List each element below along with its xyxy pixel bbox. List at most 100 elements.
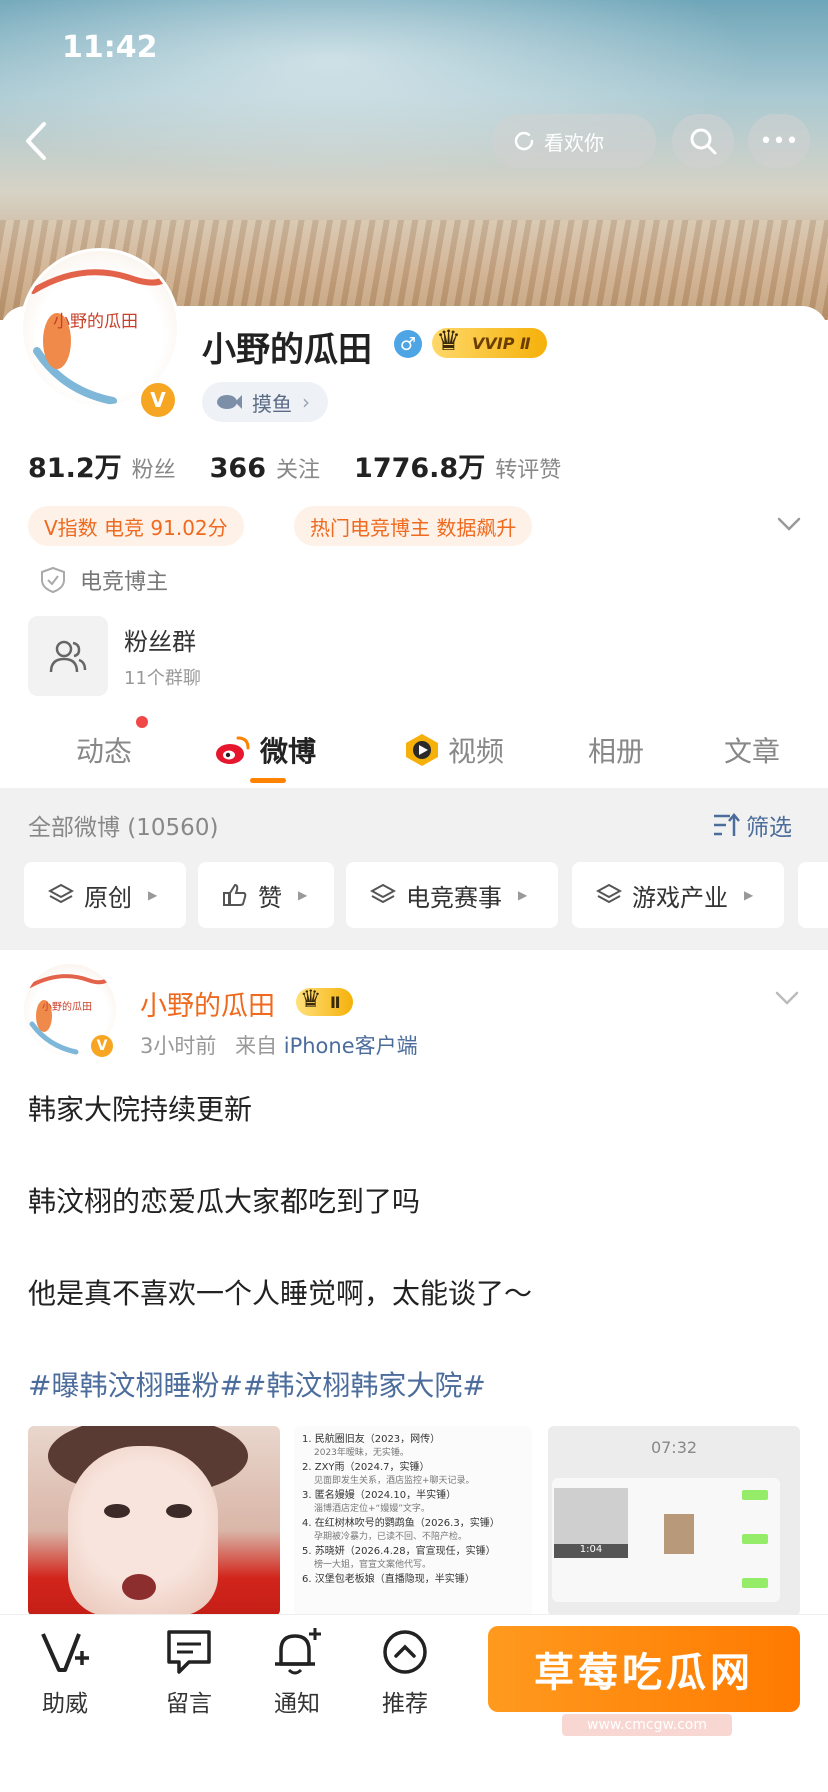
image-eye [104, 1504, 130, 1518]
followers-count[interactable]: 81.2万 [28, 446, 122, 485]
bell-plus-icon [275, 1628, 321, 1675]
tab-articles[interactable]: 文章 [724, 730, 780, 770]
image2-sub: 见面即发生关系，酒店监控+聊天记录。 [314, 1476, 475, 1486]
follow-pill[interactable]: 看欢你 [492, 114, 656, 168]
chip-gaming-industry[interactable]: 游戏产业 ▶ [572, 862, 784, 928]
post-from: 来自 [235, 1034, 278, 1058]
profile-stats: 81.2万 粉丝 366 关注 1776.8万 转评赞 [28, 446, 595, 485]
tab-dynamic[interactable]: 动态 [76, 730, 132, 770]
tag-pill[interactable]: 摸鱼 › [202, 382, 328, 422]
post-time: 3小时前 [140, 1034, 217, 1058]
post-text-line: 韩汶栩的恋爱瓜大家都吃到了吗 [28, 1185, 421, 1218]
notify-label: 通知 [274, 1691, 320, 1717]
chevron-up-circle-icon [383, 1630, 427, 1674]
verified-row: 电竞博主 [40, 564, 168, 596]
chip-more[interactable] [798, 862, 828, 928]
recommend-label: 推荐 [382, 1691, 428, 1717]
more-button[interactable]: ••• [748, 114, 810, 168]
cheer-button[interactable]: 助威 [20, 1628, 110, 1718]
triangle-right-icon: ▶ [148, 888, 158, 902]
hot-blogger-badge[interactable]: 热门电竞博主 数据飙升 [294, 506, 533, 546]
search-button[interactable] [672, 114, 734, 168]
promo-url: www.cmcgw.com [562, 1714, 732, 1736]
post-author[interactable]: 小野的瓜田 [140, 984, 275, 1023]
follow-pill-label: 看欢你 [544, 130, 604, 155]
tab-album[interactable]: 相册 [588, 730, 644, 770]
back-button[interactable] [18, 116, 58, 166]
post-source[interactable]: iPhone客户端 [284, 1034, 418, 1058]
following-count[interactable]: 366 [210, 453, 266, 484]
tab-dynamic-label: 动态 [76, 735, 133, 768]
chevron-down-icon[interactable] [776, 514, 802, 534]
promo-banner[interactable]: 草莓吃瓜网 [488, 1626, 800, 1712]
video-badge-icon [406, 734, 438, 766]
chip-original-label: 原创 [84, 883, 132, 912]
following-label: 关注 [276, 458, 321, 483]
tab-weibo[interactable]: 微博 [214, 730, 316, 770]
image3-time: 07:32 [650, 1438, 698, 1457]
avatar-text: 小野的瓜田 [42, 1002, 92, 1013]
reposts-likes-label: 转评赞 [495, 458, 562, 483]
triangle-right-icon: ▶ [298, 888, 308, 902]
tab-album-label: 相册 [588, 735, 645, 768]
image2-sub: 孕期被冷暴力，已读不回、不陪产检。 [314, 1532, 468, 1542]
image2-sub: 2023年暧昧，无实锤。 [314, 1448, 409, 1458]
image3-chat-panel: 1:04 [552, 1478, 780, 1602]
post-image-3[interactable]: 07:32 1:04 [548, 1426, 800, 1616]
image3-thumb [664, 1514, 694, 1554]
crown-icon: ♛ [436, 324, 462, 357]
tab-video-label: 视频 [448, 735, 505, 768]
tab-weibo-label: 微博 [260, 735, 317, 768]
chip-esports-label: 电竞赛事 [406, 883, 502, 912]
chip-original[interactable]: 原创 ▶ [24, 862, 186, 928]
weibo-icon [216, 736, 250, 764]
post-hashtags[interactable]: #曝韩汶栩睡粉##韩汶栩韩家大院# [28, 1364, 486, 1404]
shield-icon [41, 566, 65, 594]
profile-name: 小野的瓜田 [202, 330, 372, 370]
post-image-1[interactable] [28, 1426, 280, 1616]
image2-line: 2. ZXY雨（2024.7，实锤） [302, 1462, 430, 1473]
cheer-label: 助威 [42, 1691, 88, 1717]
chip-gaming-industry-label: 游戏产业 [632, 883, 728, 912]
group-icon [49, 640, 87, 673]
post-vip-badge[interactable]: ♛ Ⅱ [296, 985, 353, 1016]
chip-esports[interactable]: 电竞赛事 ▶ [346, 862, 558, 928]
fan-group-title[interactable]: 粉丝群 [124, 622, 196, 657]
image2-line: 3. 匿名嫚嫚（2024.10，半实锤） [302, 1490, 457, 1501]
chevron-right-icon: › [302, 390, 310, 414]
fan-group-button[interactable] [28, 616, 108, 696]
post-image-2[interactable]: 1. 民航圈旧友（2023，网传） 2023年暧昧，无实锤。 2. ZXY雨（2… [294, 1426, 532, 1616]
comment-icon [167, 1630, 211, 1674]
verified-v-badge: V [88, 1032, 116, 1060]
image2-line: 1. 民航圈旧友（2023，网传） [302, 1434, 441, 1445]
image-eye [166, 1504, 192, 1518]
layers-icon [48, 883, 74, 904]
image3-bubble [742, 1490, 768, 1500]
recommend-button[interactable]: 推荐 [360, 1628, 450, 1718]
notify-button[interactable]: 通知 [252, 1628, 342, 1718]
image2-line: 5. 苏晓妍（2026.4.28，官宣现任，实锤） [302, 1546, 496, 1557]
v-index-badge[interactable]: V指数 电竞 91.02分 [28, 506, 244, 546]
chip-like-label: 赞 [258, 883, 282, 912]
more-icon: ••• [759, 128, 799, 154]
fish-icon [217, 395, 242, 409]
vvip-badge[interactable]: ♛ VVIP Ⅱ [432, 324, 547, 358]
chip-like[interactable]: 赞 ▶ [198, 862, 334, 928]
comment-button[interactable]: 留言 [144, 1628, 234, 1718]
tab-video[interactable]: 视频 [404, 730, 504, 770]
triangle-right-icon: ▶ [744, 888, 754, 902]
verified-label: 电竞博主 [80, 570, 169, 595]
post-text-line: 他是真不喜欢一个人睡觉啊，太能谈了～ [28, 1277, 533, 1310]
male-icon: ♂ [394, 330, 422, 358]
chevron-down-icon[interactable] [774, 988, 800, 1008]
filter-button[interactable]: 筛选 [712, 808, 792, 842]
image2-sub: 淄博酒店定位+“嫚嫚”文字。 [314, 1504, 430, 1514]
post-vip-label: Ⅱ [330, 992, 341, 1012]
profile-tabs: 动态 微博 视频 相册 文章 [0, 720, 828, 788]
filter-label: 筛选 [746, 815, 792, 841]
verified-v-badge: V [138, 380, 178, 420]
image3-video-duration: 1:04 [554, 1544, 628, 1558]
image-mouth [122, 1574, 156, 1600]
vvip-label: VVIP Ⅱ [472, 333, 531, 353]
crown-icon: ♛ [300, 985, 322, 1013]
